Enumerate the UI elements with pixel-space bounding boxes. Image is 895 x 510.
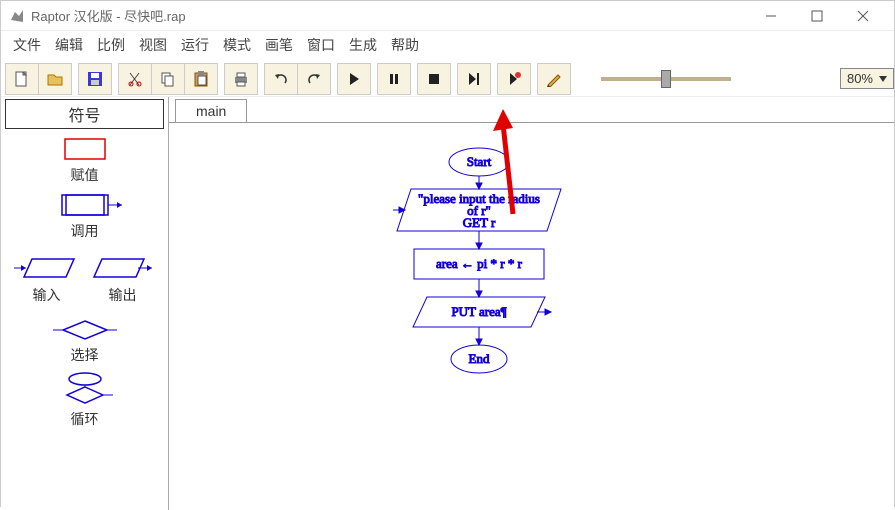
symbol-label: 循环 (1, 409, 168, 429)
minimize-button[interactable] (748, 1, 794, 31)
tab-main[interactable]: main (175, 99, 247, 122)
menu-brush[interactable]: 画笔 (265, 35, 293, 55)
play-button[interactable] (337, 63, 371, 95)
menu-generate[interactable]: 生成 (349, 35, 377, 55)
zoom-value: 80% (847, 71, 873, 86)
zoom-select[interactable]: 80% (840, 68, 894, 89)
menu-window[interactable]: 窗口 (307, 35, 335, 55)
symbol-label: 调用 (1, 221, 168, 241)
menu-help[interactable]: 帮助 (391, 35, 419, 55)
undo-button[interactable] (264, 63, 298, 95)
scissors-icon (127, 71, 143, 87)
pause-button[interactable] (377, 63, 411, 95)
copy-button[interactable] (151, 63, 185, 95)
annotation-arrow-icon (493, 109, 533, 219)
titlebar: Raptor 汉化版 - 尽快吧.rap (1, 1, 894, 31)
menu-edit[interactable]: 编辑 (55, 35, 83, 55)
stop-icon (426, 71, 442, 87)
cut-button[interactable] (118, 63, 152, 95)
svg-text:GET r: GET r (463, 215, 496, 230)
stop-button[interactable] (417, 63, 451, 95)
redo-button[interactable] (297, 63, 331, 95)
flowchart-canvas[interactable]: Start "please input the radius of r" GET… (169, 123, 894, 510)
symbol-label: 赋值 (1, 165, 168, 185)
printer-icon (233, 71, 249, 87)
menubar: 文件 编辑 比例 视图 运行 模式 画笔 窗口 生成 帮助 (1, 31, 894, 59)
pen-icon (546, 71, 562, 87)
window-title: Raptor 汉化版 - 尽快吧.rap (31, 6, 748, 25)
breakpoint-icon (506, 71, 522, 87)
new-button[interactable] (5, 63, 39, 95)
menu-run[interactable]: 运行 (181, 35, 209, 55)
menu-mode[interactable]: 模式 (223, 35, 251, 55)
symbol-assign[interactable]: 赋值 (1, 135, 168, 185)
save-icon (87, 71, 103, 87)
menu-view[interactable]: 视图 (139, 35, 167, 55)
pen-button[interactable] (537, 63, 571, 95)
svg-text:End: End (469, 351, 490, 366)
app-icon (9, 8, 25, 24)
pause-icon (386, 71, 402, 87)
close-button[interactable] (840, 1, 886, 31)
breakpoint-button[interactable] (497, 63, 531, 95)
save-button[interactable] (78, 63, 112, 95)
copy-icon (160, 71, 176, 87)
dropdown-icon (879, 76, 887, 82)
print-button[interactable] (224, 63, 258, 95)
symbol-palette: 符号 赋值 调用 输入 输出 选择 循环 (1, 97, 169, 510)
symbol-output[interactable]: 输出 (88, 253, 158, 305)
maximize-button[interactable] (794, 1, 840, 31)
symbol-label: 输出 (88, 285, 158, 305)
menu-file[interactable]: 文件 (13, 35, 41, 55)
play-icon (346, 71, 362, 87)
symbol-loop[interactable]: 循环 (1, 371, 168, 429)
toolbar: 80% (1, 61, 894, 97)
speed-slider[interactable] (601, 77, 731, 81)
folder-open-icon (47, 71, 63, 87)
flowchart: Start "please input the radius of r" GET… (349, 147, 609, 422)
symbol-call[interactable]: 调用 (1, 191, 168, 241)
symbol-label: 输入 (12, 285, 82, 305)
paste-button[interactable] (184, 63, 218, 95)
redo-icon (306, 71, 322, 87)
svg-text:Start: Start (467, 154, 492, 169)
symbol-label: 选择 (1, 345, 168, 365)
svg-text:PUT area¶: PUT area¶ (451, 304, 506, 319)
svg-text:area ← pi * r * r: area ← pi * r * r (436, 256, 523, 271)
menu-scale[interactable]: 比例 (97, 35, 125, 55)
new-file-icon (14, 71, 30, 87)
undo-icon (273, 71, 289, 87)
open-button[interactable] (38, 63, 72, 95)
symbol-input[interactable]: 输入 (12, 253, 82, 305)
step-button[interactable] (457, 63, 491, 95)
symbol-select[interactable]: 选择 (1, 317, 168, 365)
paste-icon (193, 71, 209, 87)
step-over-icon (466, 71, 482, 87)
palette-title: 符号 (5, 99, 164, 129)
